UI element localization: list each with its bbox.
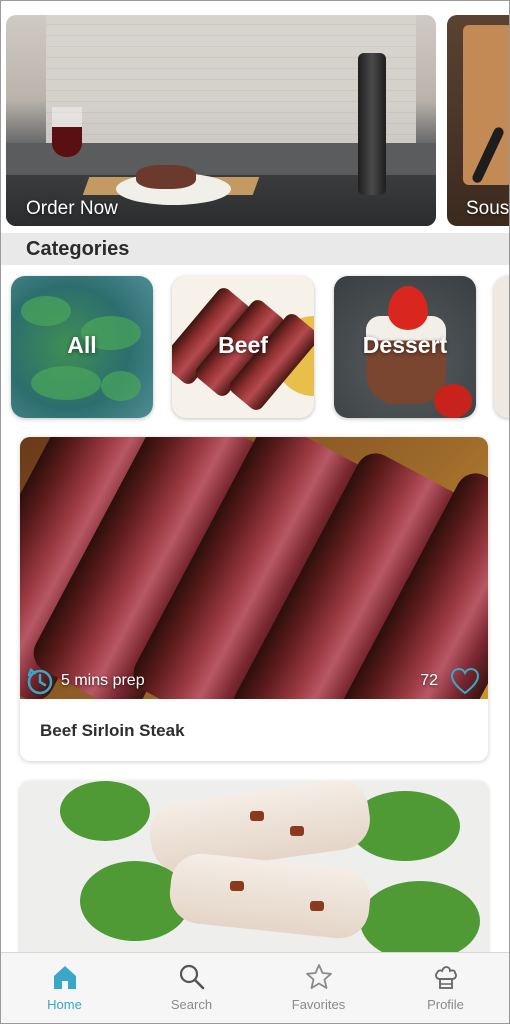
timer-icon <box>27 668 53 695</box>
category-label: All <box>67 332 97 358</box>
category-label: Beef <box>218 332 268 358</box>
heart-icon[interactable] <box>450 667 480 695</box>
tab-profile[interactable]: Profile <box>382 953 509 1023</box>
categories-header: Categories <box>1 233 509 265</box>
category-label: Dessert <box>362 332 448 358</box>
tab-label: Profile <box>427 997 464 1012</box>
tab-favorites[interactable]: Favorites <box>255 953 382 1023</box>
recipe-card[interactable] <box>20 781 488 981</box>
tab-search[interactable]: Search <box>128 953 255 1023</box>
prep-time: 5 mins prep <box>25 667 145 695</box>
search-icon <box>179 964 204 990</box>
recipe-card[interactable]: 5 mins prep 72 Beef Sirloin Steak <box>20 437 488 761</box>
chef-hat-icon <box>434 966 457 989</box>
recipe-title: Beef Sirloin Steak <box>40 721 185 740</box>
category-tile-partial[interactable] <box>494 276 509 418</box>
recipe-image <box>20 437 488 699</box>
prep-time-label: 5 mins prep <box>61 672 145 689</box>
tab-label: Home <box>47 997 82 1012</box>
likes: 72 <box>420 667 480 695</box>
hero-card-label: Sous <box>466 198 510 219</box>
category-tile-beef[interactable]: Beef <box>172 276 314 418</box>
tab-bar: Home Search Favorites Profile <box>1 952 509 1023</box>
hero-card-sous[interactable]: Sous <box>447 15 510 226</box>
tab-label: Search <box>170 997 213 1012</box>
tab-label: Favorites <box>291 997 346 1012</box>
star-icon <box>305 964 332 989</box>
hero-card-label: Order Now <box>26 198 118 219</box>
app-frame: Order Now Sous Categories All Beef Desse… <box>0 0 510 1024</box>
hero-card-order-now[interactable]: Order Now <box>6 15 436 226</box>
category-tile-all[interactable]: All <box>11 276 153 418</box>
category-tile-dessert[interactable]: Dessert <box>334 276 476 418</box>
tab-home[interactable]: Home <box>1 953 128 1023</box>
home-icon <box>53 966 76 989</box>
like-count: 72 <box>420 672 438 689</box>
categories-title: Categories <box>26 238 130 260</box>
